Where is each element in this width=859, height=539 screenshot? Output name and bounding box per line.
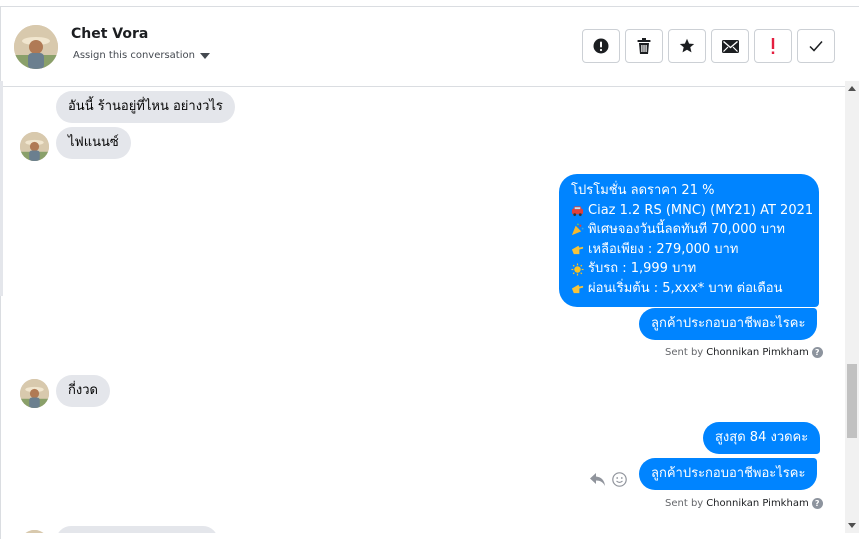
assign-conversation-dropdown[interactable]: Assign this conversation [73, 50, 210, 61]
message-hover-actions [589, 472, 627, 487]
sun-emoji-icon [571, 263, 584, 276]
incoming-message-partial[interactable] [56, 526, 218, 533]
promo-line: รับรถ : 1,999 บาท [571, 259, 807, 279]
incoming-message[interactable]: กี่งวด [56, 375, 110, 407]
avatar-image [14, 25, 58, 69]
sender-name[interactable]: Chonnikan Pimkham [706, 498, 808, 509]
sent-by-prefix: Sent by [665, 347, 704, 358]
caret-down-icon [199, 52, 210, 59]
car-emoji-icon [571, 206, 584, 216]
promo-line-text: เหลือเพียง : 279,000 บาท [588, 241, 739, 257]
scroll-up-arrow-icon[interactable] [848, 86, 856, 91]
sender-avatar[interactable] [20, 379, 49, 408]
sender-name[interactable]: Chonnikan Pimkham [706, 347, 808, 358]
sender-avatar[interactable] [20, 132, 49, 161]
delete-button[interactable] [625, 29, 663, 63]
promo-line: พิเศษจองวันนี้ลดทันที 70,000 บาท [571, 220, 807, 240]
assign-label: Assign this conversation [73, 50, 195, 61]
envelope-icon [721, 39, 739, 53]
promo-line-text: Ciaz 1.2 RS (MNC) (MY21) AT 2021 [588, 202, 814, 218]
outgoing-promo-message[interactable]: โปรโมชั่น ลดราคา 21 % Ciaz 1.2 RS (MNC) … [559, 174, 819, 307]
react-emoji-icon[interactable] [612, 472, 627, 487]
promo-line-text: พิเศษจองวันนี้ลดทันที 70,000 บาท [588, 222, 785, 238]
promo-line-text: รับรถ : 1,999 บาท [588, 261, 697, 277]
contact-avatar[interactable] [14, 25, 58, 69]
party-popper-emoji-icon [571, 224, 584, 236]
mark-spam-button[interactable] [582, 29, 620, 63]
sent-by-label: Sent by Chonnikan Pimkham ? [665, 347, 823, 358]
check-icon [809, 41, 823, 52]
trash-icon [637, 38, 651, 54]
outgoing-message[interactable]: ลูกค้าประกอบอาชีพอะไรคะ [639, 458, 818, 490]
conversation-toolbar [582, 29, 835, 63]
scrollbar-thumb[interactable] [847, 364, 857, 438]
reply-icon[interactable] [589, 472, 606, 487]
conversation-header: Chet Vora Assign this conversation [1, 7, 859, 87]
sender-avatar[interactable] [20, 530, 49, 533]
help-icon[interactable]: ? [811, 498, 823, 509]
promo-line: Ciaz 1.2 RS (MNC) (MY21) AT 2021 [571, 201, 813, 221]
star-button[interactable] [668, 29, 706, 63]
thread-scrollbar[interactable] [845, 81, 859, 533]
avatar-image [20, 379, 49, 408]
help-icon[interactable]: ? [811, 347, 823, 358]
pointing-hand-emoji-icon [571, 285, 584, 294]
avatar-image [20, 530, 49, 533]
promo-line: โปรโมชั่น ลดราคา 21 % [571, 181, 807, 201]
promo-line-text: โปรโมชั่น ลดราคา 21 % [571, 183, 715, 198]
incoming-message[interactable]: ไฟแนนซ์ [56, 127, 131, 159]
contact-name[interactable]: Chet Vora [71, 26, 148, 42]
promo-line: ผ่อนเริ่มต้น : 5,xxx* บาท ต่อเดือน [571, 279, 807, 299]
mark-unread-button[interactable] [711, 29, 749, 63]
promo-line-text: ผ่อนเริ่มต้น : 5,xxx* บาท ต่อเดือน [588, 280, 783, 296]
alert-circle-icon [593, 38, 609, 54]
sent-by-prefix: Sent by [665, 498, 704, 509]
incoming-message[interactable]: อันนี้ ร้านอยู่ที่ไหน อย่างวไร [56, 91, 235, 123]
avatar-image [20, 132, 49, 161]
priority-button[interactable] [754, 29, 792, 63]
scroll-down-arrow-icon[interactable] [848, 523, 856, 528]
pointing-hand-emoji-icon [571, 245, 584, 255]
star-icon [679, 38, 695, 53]
message-thread[interactable]: อันนี้ ร้านอยู่ที่ไหน อย่างวไร ไฟแนนซ์ โ… [0, 81, 845, 533]
mark-done-button[interactable] [797, 29, 835, 63]
exclamation-icon [771, 38, 775, 54]
promo-line: เหลือเพียง : 279,000 บาท [571, 240, 807, 260]
outgoing-message[interactable]: สูงสุด 84 งวดคะ [703, 422, 821, 454]
sent-by-label: Sent by Chonnikan Pimkham ? [665, 498, 823, 509]
outgoing-message[interactable]: ลูกค้าประกอบอาชีพอะไรคะ [639, 308, 818, 340]
